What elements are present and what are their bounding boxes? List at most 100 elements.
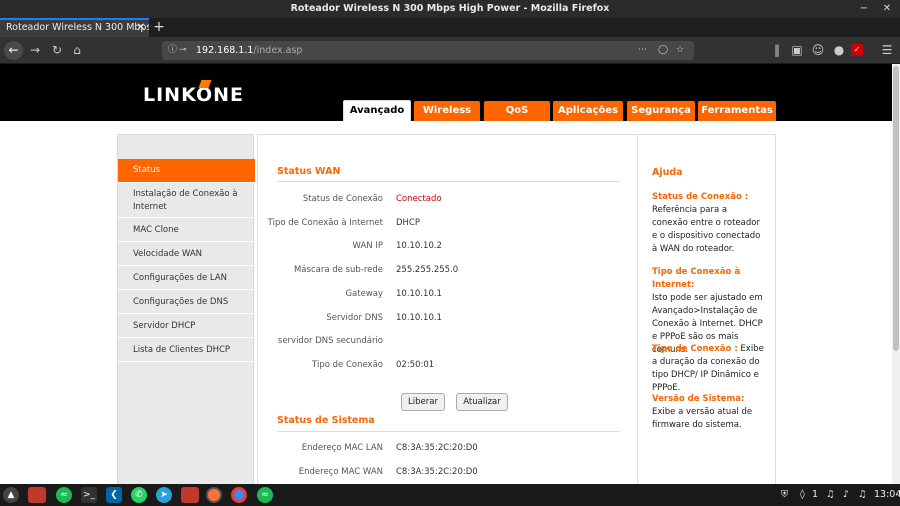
volume-icon[interactable]: ♫ bbox=[826, 487, 835, 503]
window-titlebar: Roteador Wireless N 300 Mbps High Power … bbox=[0, 0, 900, 18]
navigation-bar: ← → ↻ ⌂ ⓘ ⊸ 192.168.1.1/index.asp ⋯ ◯ ☆ … bbox=[0, 37, 900, 64]
page-viewport: LINKONE Avançado Wireless QoS Aplicações… bbox=[0, 64, 892, 484]
refresh-button[interactable]: Atualizar bbox=[456, 393, 508, 411]
tab-title: Roteador Wireless N 300 Mbps bbox=[6, 22, 149, 33]
browser-tab-active[interactable]: Roteador Wireless N 300 Mbps ✕ bbox=[0, 18, 149, 37]
library-icon[interactable]: ‖ bbox=[768, 41, 786, 59]
home-icon[interactable]: ⌂ bbox=[68, 41, 86, 59]
system-status-title: Status de Sistema bbox=[277, 415, 375, 426]
firefox-icon[interactable] bbox=[206, 487, 222, 503]
shield-icon[interactable]: ⛨ bbox=[781, 487, 788, 503]
os-taskbar: ▲ ≈ >_ ❮ ✆ ➤ ≈ ⛨ ◊ 1 ♫ ♪ ♫ 13:04 bbox=[0, 484, 900, 506]
media-icon[interactable]: ♪ bbox=[843, 487, 849, 503]
linkone-logo: LINKONE bbox=[143, 80, 244, 106]
account-icon[interactable]: ☺ bbox=[809, 41, 827, 59]
page-actions-icon[interactable]: ⋯ bbox=[638, 41, 647, 60]
minimize-icon[interactable]: − bbox=[856, 0, 872, 18]
connection-status-value: Conectado bbox=[396, 194, 442, 204]
sidebar-item-status[interactable]: Status bbox=[118, 159, 255, 183]
field-value: 10.10.10.1 bbox=[396, 313, 442, 323]
field-label: Status de Conexão bbox=[302, 194, 383, 204]
clock[interactable]: 13:04 bbox=[874, 487, 900, 503]
main-content: Status WAN Status de Conexão Conectado T… bbox=[257, 134, 637, 484]
field-label: Tipo de Conexão à Internet bbox=[267, 218, 383, 228]
sidebar-menu: Status Instalação de Conexão à Internet … bbox=[117, 134, 255, 484]
start-menu-icon[interactable]: ▲ bbox=[3, 487, 19, 503]
wan-status-title: Status WAN bbox=[277, 166, 341, 177]
page-scrollbar[interactable] bbox=[892, 64, 900, 484]
url-host: 192.168.1.1 bbox=[196, 45, 254, 56]
logo-text-link: LINK bbox=[143, 84, 196, 106]
sidebar-item-mac-clone[interactable]: MAC Clone bbox=[118, 219, 255, 242]
tab-aplicacoes[interactable]: Aplicações bbox=[553, 101, 623, 121]
tab-seguranca[interactable]: Segurança bbox=[627, 101, 695, 121]
whatsapp-icon[interactable]: ✆ bbox=[131, 487, 147, 503]
info-icon[interactable]: ⓘ bbox=[168, 41, 177, 60]
back-icon[interactable]: ← bbox=[4, 41, 23, 60]
folder-icon[interactable] bbox=[28, 487, 46, 503]
field-value: C8:3A:35:2C:20:D0 bbox=[396, 467, 478, 477]
help-block: Tipo de Conexão : Exibe a duração da con… bbox=[652, 343, 764, 395]
sidebar-item-dhcp-server[interactable]: Servidor DHCP bbox=[118, 315, 255, 338]
sidebar-item-dns-settings[interactable]: Configurações de DNS bbox=[118, 291, 255, 314]
field-label: Máscara de sub-rede bbox=[293, 265, 383, 275]
bookmark-star-icon[interactable]: ☆ bbox=[676, 41, 684, 60]
divider bbox=[277, 181, 620, 182]
spotify-icon[interactable]: ≈ bbox=[257, 487, 273, 503]
sidebar-item-internet-setup[interactable]: Instalação de Conexão à Internet bbox=[118, 184, 255, 218]
close-tab-icon[interactable]: ✕ bbox=[137, 20, 145, 36]
help-panel: Ajuda Status de Conexão : Referência par… bbox=[637, 134, 776, 484]
network-icon[interactable]: ◊ bbox=[800, 487, 805, 503]
url-bar[interactable]: ⓘ ⊸ 192.168.1.1/index.asp ⋯ ◯ ☆ bbox=[162, 41, 694, 60]
terminal-icon[interactable]: >_ bbox=[81, 487, 97, 503]
pocket-icon[interactable]: ◯ bbox=[658, 41, 668, 60]
scrollbar-thumb[interactable] bbox=[893, 66, 899, 351]
menu-icon[interactable]: ☰ bbox=[878, 41, 896, 59]
window-title: Roteador Wireless N 300 Mbps High Power … bbox=[290, 3, 610, 14]
field-label: Endereço MAC WAN bbox=[298, 467, 383, 477]
release-button[interactable]: Liberar bbox=[401, 393, 445, 411]
extension-icon[interactable]: ● bbox=[830, 41, 848, 59]
files-icon[interactable] bbox=[181, 487, 199, 503]
chrome-icon[interactable] bbox=[231, 487, 247, 503]
addon-red-icon[interactable]: ✓ bbox=[851, 44, 863, 56]
divider bbox=[277, 431, 620, 432]
tab-wireless[interactable]: Wireless bbox=[414, 101, 480, 121]
help-heading: Tipo de Conexão à Internet: bbox=[652, 267, 741, 290]
reload-icon[interactable]: ↻ bbox=[48, 41, 66, 59]
field-label: servidor DNS secundário bbox=[277, 336, 383, 346]
field-value: 02:50:01 bbox=[396, 360, 435, 370]
forward-icon[interactable]: → bbox=[26, 41, 44, 59]
help-heading: Status de Conexão : bbox=[652, 192, 749, 202]
sidebar-item-lan-settings[interactable]: Configurações de LAN bbox=[118, 267, 255, 290]
vscode-icon[interactable]: ❮ bbox=[106, 487, 122, 503]
tab-avancado[interactable]: Avançado bbox=[343, 100, 411, 121]
field-label: Tipo de Conexão bbox=[312, 360, 383, 370]
help-title: Ajuda bbox=[652, 167, 683, 178]
tab-bar: Roteador Wireless N 300 Mbps ✕ + bbox=[0, 18, 900, 37]
key-icon: ⊸ bbox=[179, 45, 187, 55]
field-value: 10.10.10.2 bbox=[396, 241, 442, 251]
help-text: Exibe a versão atual de firmware do sist… bbox=[652, 407, 753, 430]
field-value: DHCP bbox=[396, 218, 420, 228]
tab-qos[interactable]: QoS bbox=[484, 101, 550, 121]
close-window-icon[interactable]: ✕ bbox=[879, 0, 895, 18]
tab-ferramentas[interactable]: Ferramentas bbox=[698, 101, 776, 121]
telegram-icon[interactable]: ➤ bbox=[156, 487, 172, 503]
sidebar-item-wan-speed[interactable]: Velocidade WAN bbox=[118, 243, 255, 266]
help-block: Status de Conexão : Referência para a co… bbox=[652, 191, 764, 256]
field-value: C8:3A:35:2C:20:D0 bbox=[396, 443, 478, 453]
spotify-icon[interactable]: ≈ bbox=[56, 487, 72, 503]
workspace-number[interactable]: 1 bbox=[812, 487, 818, 503]
field-label: Servidor DNS bbox=[326, 313, 383, 323]
field-label: WAN IP bbox=[352, 241, 383, 251]
help-text: Referência para a conexão entre o rotead… bbox=[652, 205, 761, 254]
sidebar-item-dhcp-clients[interactable]: Lista de Clientes DHCP bbox=[118, 339, 255, 362]
sidebar-icon[interactable]: ▣ bbox=[788, 41, 806, 59]
notification-icon[interactable]: ♫ bbox=[858, 487, 867, 503]
url-path: /index.asp bbox=[253, 45, 303, 56]
help-heading: Tipo de Conexão : bbox=[652, 344, 738, 354]
field-value: 10.10.10.1 bbox=[396, 289, 442, 299]
new-tab-icon[interactable]: + bbox=[152, 18, 166, 37]
field-label: Endereço MAC LAN bbox=[301, 443, 383, 453]
